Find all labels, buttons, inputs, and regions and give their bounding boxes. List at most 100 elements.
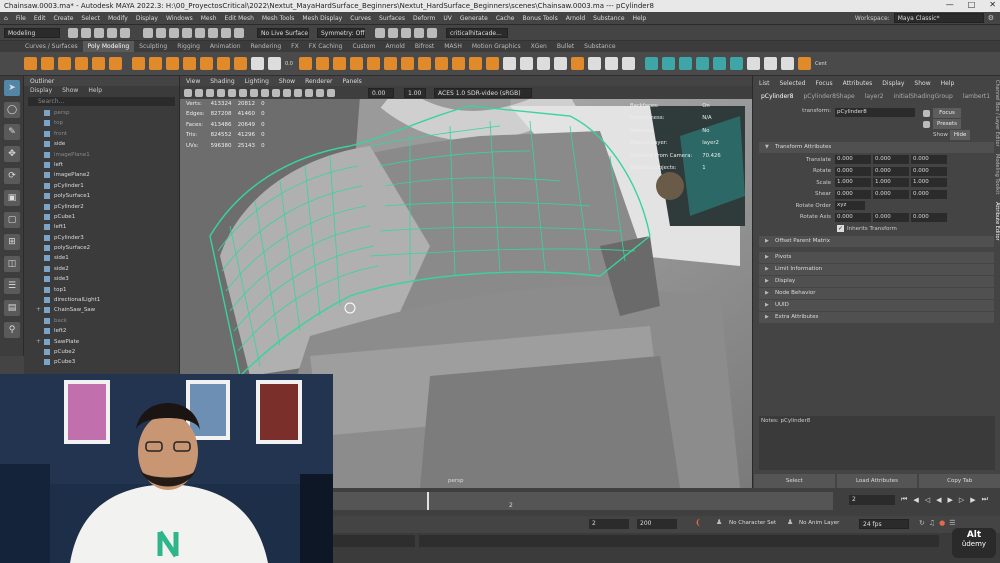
auto-key-icon[interactable]: ❨: [695, 518, 702, 527]
home-icon[interactable]: ⌂: [4, 15, 8, 22]
ae-menu-list[interactable]: List: [759, 80, 770, 87]
mel-input[interactable]: [333, 535, 415, 547]
menu-create[interactable]: Create: [53, 15, 73, 22]
xray-icon[interactable]: [316, 88, 324, 97]
ae-goto-input-icon[interactable]: [923, 109, 930, 117]
mirror-icon[interactable]: [298, 57, 312, 70]
range-start-field[interactable]: 2: [589, 519, 629, 529]
go-to-start-icon[interactable]: ⏮: [901, 495, 907, 504]
paint-select-icon[interactable]: ✎: [4, 124, 20, 140]
textured-icon[interactable]: [283, 88, 291, 97]
extra-attributes-section[interactable]: Extra Attributes: [759, 311, 994, 323]
shelf-tab-bifrost[interactable]: Bifrost: [410, 41, 439, 52]
shelf-tab-arnold[interactable]: Arnold: [380, 41, 409, 52]
menu-file[interactable]: File: [16, 15, 26, 22]
play-forwards-icon[interactable]: ▶: [947, 496, 952, 504]
outliner-menu-help[interactable]: Help: [88, 87, 102, 94]
sew-uv-icon[interactable]: [746, 57, 760, 70]
side-tab-channel-box[interactable]: Channel Box / Layer Editor: [994, 80, 1000, 147]
camera-attributes-icon[interactable]: [195, 88, 203, 97]
menu-mesh-display[interactable]: Mesh Display: [302, 15, 342, 22]
scale-x-field[interactable]: 1.000: [835, 178, 871, 188]
cut-uv-icon[interactable]: [729, 57, 743, 70]
load-attributes-button[interactable]: Load Attributes: [836, 474, 918, 488]
save-scene-icon[interactable]: [94, 27, 104, 38]
outliner-item[interactable]: side1: [24, 253, 179, 263]
step-back-frame-icon[interactable]: ◁: [925, 496, 930, 504]
ae-menu-display[interactable]: Display: [882, 80, 904, 87]
shelf-tab-sculpting[interactable]: Sculpting: [134, 41, 172, 52]
combine-icon[interactable]: [251, 57, 264, 70]
outliner-item[interactable]: pCylinder1: [24, 181, 179, 191]
menu-edit[interactable]: Edit: [34, 15, 46, 22]
scale-tool-icon[interactable]: ▣: [4, 190, 20, 206]
smooth-shade-icon[interactable]: [272, 88, 280, 97]
viewport-menu-show[interactable]: Show: [279, 78, 295, 85]
outliner-item[interactable]: pCube3: [24, 357, 179, 367]
poly-gear-icon[interactable]: [183, 57, 196, 70]
menu-surfaces[interactable]: Surfaces: [379, 15, 405, 22]
menu-cache[interactable]: Cache: [496, 15, 515, 22]
show-button[interactable]: Show: [933, 132, 948, 138]
menu-modify[interactable]: Modify: [108, 15, 128, 22]
ae-tab-shading-group[interactable]: initialShadingGroup: [894, 93, 953, 100]
select-camera-icon[interactable]: [184, 88, 192, 97]
menu-substance[interactable]: Substance: [593, 15, 624, 22]
node-behavior-section[interactable]: Node Behavior: [759, 287, 994, 299]
automatic-map-icon[interactable]: [712, 57, 726, 70]
lasso-tool-icon[interactable]: ◯: [4, 102, 20, 118]
menu-help[interactable]: Help: [633, 15, 647, 22]
shelf-tab-curves-surfaces[interactable]: Curves / Surfaces: [20, 41, 83, 52]
rotate-x-field[interactable]: 0.000: [835, 166, 871, 176]
color-space-dropdown[interactable]: ACES 1.0 SDR-video (sRGB): [434, 87, 532, 98]
viewport-menu-renderer[interactable]: Renderer: [305, 78, 332, 85]
rotate-y-field[interactable]: 0.000: [873, 166, 909, 176]
scale-z-field[interactable]: 1.000: [911, 178, 947, 188]
workspace-dropdown[interactable]: Maya Classic*: [893, 13, 984, 23]
mode-dropdown[interactable]: Modeling: [4, 27, 60, 38]
character-set-icon[interactable]: ♟: [716, 518, 722, 526]
rotate-axis-y-field[interactable]: 0.000: [873, 212, 909, 222]
outliner-item[interactable]: top: [24, 118, 179, 128]
shadows-icon[interactable]: [305, 88, 313, 97]
step-forward-key-icon[interactable]: ▶: [970, 496, 975, 504]
resolution-gate-icon[interactable]: [250, 88, 258, 97]
loop-icon[interactable]: ↻: [919, 519, 925, 527]
svg-tool-icon[interactable]: [234, 57, 247, 70]
display-section[interactable]: Display: [759, 275, 994, 287]
planar-map-icon[interactable]: [661, 57, 675, 70]
outliner-item[interactable]: polySurface2: [24, 243, 179, 253]
menu-edit-mesh[interactable]: Edit Mesh: [225, 15, 254, 22]
ae-menu-focus[interactable]: Focus: [816, 80, 833, 87]
ae-goto-output-icon[interactable]: [923, 120, 930, 128]
step-forward-frame-icon[interactable]: ▷: [959, 496, 964, 504]
time-slider-track[interactable]: [333, 492, 833, 510]
menu-mesh-tools[interactable]: Mesh Tools: [262, 15, 294, 22]
layout-single-icon[interactable]: ▢: [4, 212, 20, 228]
crease-icon[interactable]: [587, 57, 601, 70]
poly-helix-icon[interactable]: [166, 57, 179, 70]
ae-tab-transform[interactable]: pCylinder8: [761, 93, 793, 100]
layout-two-icon[interactable]: ◫: [4, 256, 20, 272]
poly-type-icon[interactable]: [217, 57, 230, 70]
poly-sphere-icon[interactable]: [24, 57, 37, 70]
outliner-item[interactable]: polySurface1: [24, 191, 179, 201]
quad-draw-icon[interactable]: [502, 57, 516, 70]
outliner-item[interactable]: persp: [24, 108, 179, 118]
boolean-icon[interactable]: [383, 57, 397, 70]
go-to-end-icon[interactable]: ⏭: [982, 495, 988, 504]
menu-bonus-tools[interactable]: Bonus Tools: [523, 15, 558, 22]
outliner-item[interactable]: side3: [24, 274, 179, 284]
unfold-icon[interactable]: [763, 57, 777, 70]
exposure-field[interactable]: 0.00: [368, 87, 394, 98]
current-time-marker[interactable]: [427, 492, 429, 510]
outliner-item[interactable]: left2: [24, 326, 179, 336]
character-set-dropdown[interactable]: No Character Set: [729, 520, 776, 526]
new-scene-icon[interactable]: [68, 27, 78, 38]
symmetry-dropdown[interactable]: Symmetry: Off: [317, 27, 365, 38]
rotate-axis-x-field[interactable]: 0.000: [835, 212, 871, 222]
menu-mesh[interactable]: Mesh: [201, 15, 217, 22]
play-backwards-icon[interactable]: ◀: [936, 496, 941, 504]
undo-icon[interactable]: [107, 27, 117, 38]
layout-persp-outliner-icon[interactable]: ▤: [4, 300, 20, 316]
